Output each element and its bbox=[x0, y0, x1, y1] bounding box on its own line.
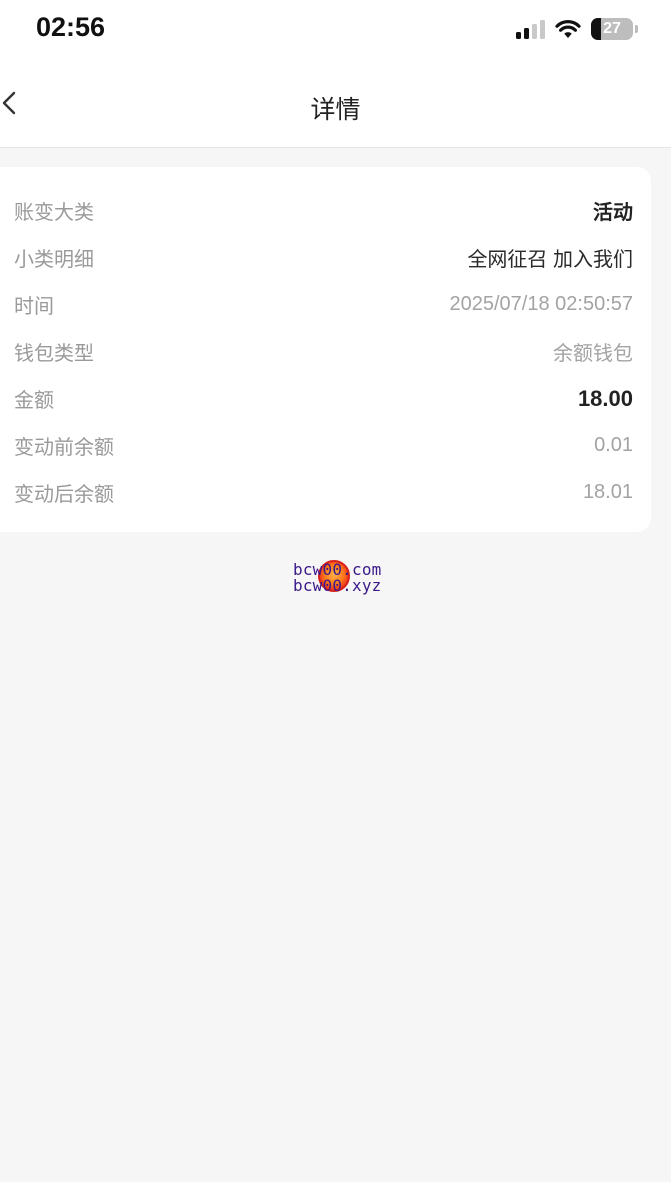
detail-label: 金额 bbox=[14, 388, 54, 412]
status-time: 02:56 bbox=[36, 12, 106, 42]
detail-row-amount: 金额 18.00 bbox=[0, 375, 651, 422]
detail-row-subcategory: 小类明细 全网征召 加入我们 bbox=[0, 234, 651, 281]
status-bar: 02:56 27 bbox=[0, 0, 671, 62]
page-title: 详情 bbox=[310, 95, 361, 124]
detail-label: 小类明细 bbox=[14, 247, 94, 271]
detail-value: 2025/07/18 02:50:57 bbox=[449, 293, 633, 315]
detail-label: 变动后余额 bbox=[14, 482, 114, 506]
detail-label: 账变大类 bbox=[14, 200, 94, 224]
detail-row-wallet-type: 钱包类型 余额钱包 bbox=[0, 328, 651, 375]
detail-row-balance-after: 变动后余额 18.01 bbox=[0, 469, 651, 516]
wifi-icon bbox=[555, 20, 581, 38]
detail-row-category: 账变大类 活动 bbox=[0, 187, 651, 234]
detail-value: 0.01 bbox=[594, 434, 633, 456]
status-icons: 27 bbox=[516, 18, 638, 40]
detail-value: 余额钱包 bbox=[553, 343, 633, 365]
battery-icon: 27 bbox=[591, 18, 638, 40]
detail-value: 18.01 bbox=[582, 481, 633, 503]
watermark: bcw00.com bcw00.xyz bbox=[293, 560, 393, 602]
watermark-line: bcw00.xyz bbox=[293, 576, 382, 595]
detail-label: 变动前余额 bbox=[14, 435, 114, 459]
detail-value: 活动 bbox=[593, 202, 633, 224]
signal-icon bbox=[516, 19, 545, 39]
detail-row-balance-before: 变动前余额 0.01 bbox=[0, 422, 651, 469]
detail-row-time: 时间 2025/07/18 02:50:57 bbox=[0, 281, 651, 328]
detail-value: 全网征召 加入我们 bbox=[467, 249, 633, 271]
detail-label: 时间 bbox=[14, 294, 54, 318]
nav-bar: 详情 bbox=[0, 62, 671, 148]
detail-card: 账变大类 活动 小类明细 全网征召 加入我们 时间 2025/07/18 02:… bbox=[0, 167, 651, 532]
detail-value: 18.00 bbox=[577, 385, 633, 411]
detail-label: 钱包类型 bbox=[14, 341, 94, 365]
battery-level: 27 bbox=[603, 20, 621, 37]
